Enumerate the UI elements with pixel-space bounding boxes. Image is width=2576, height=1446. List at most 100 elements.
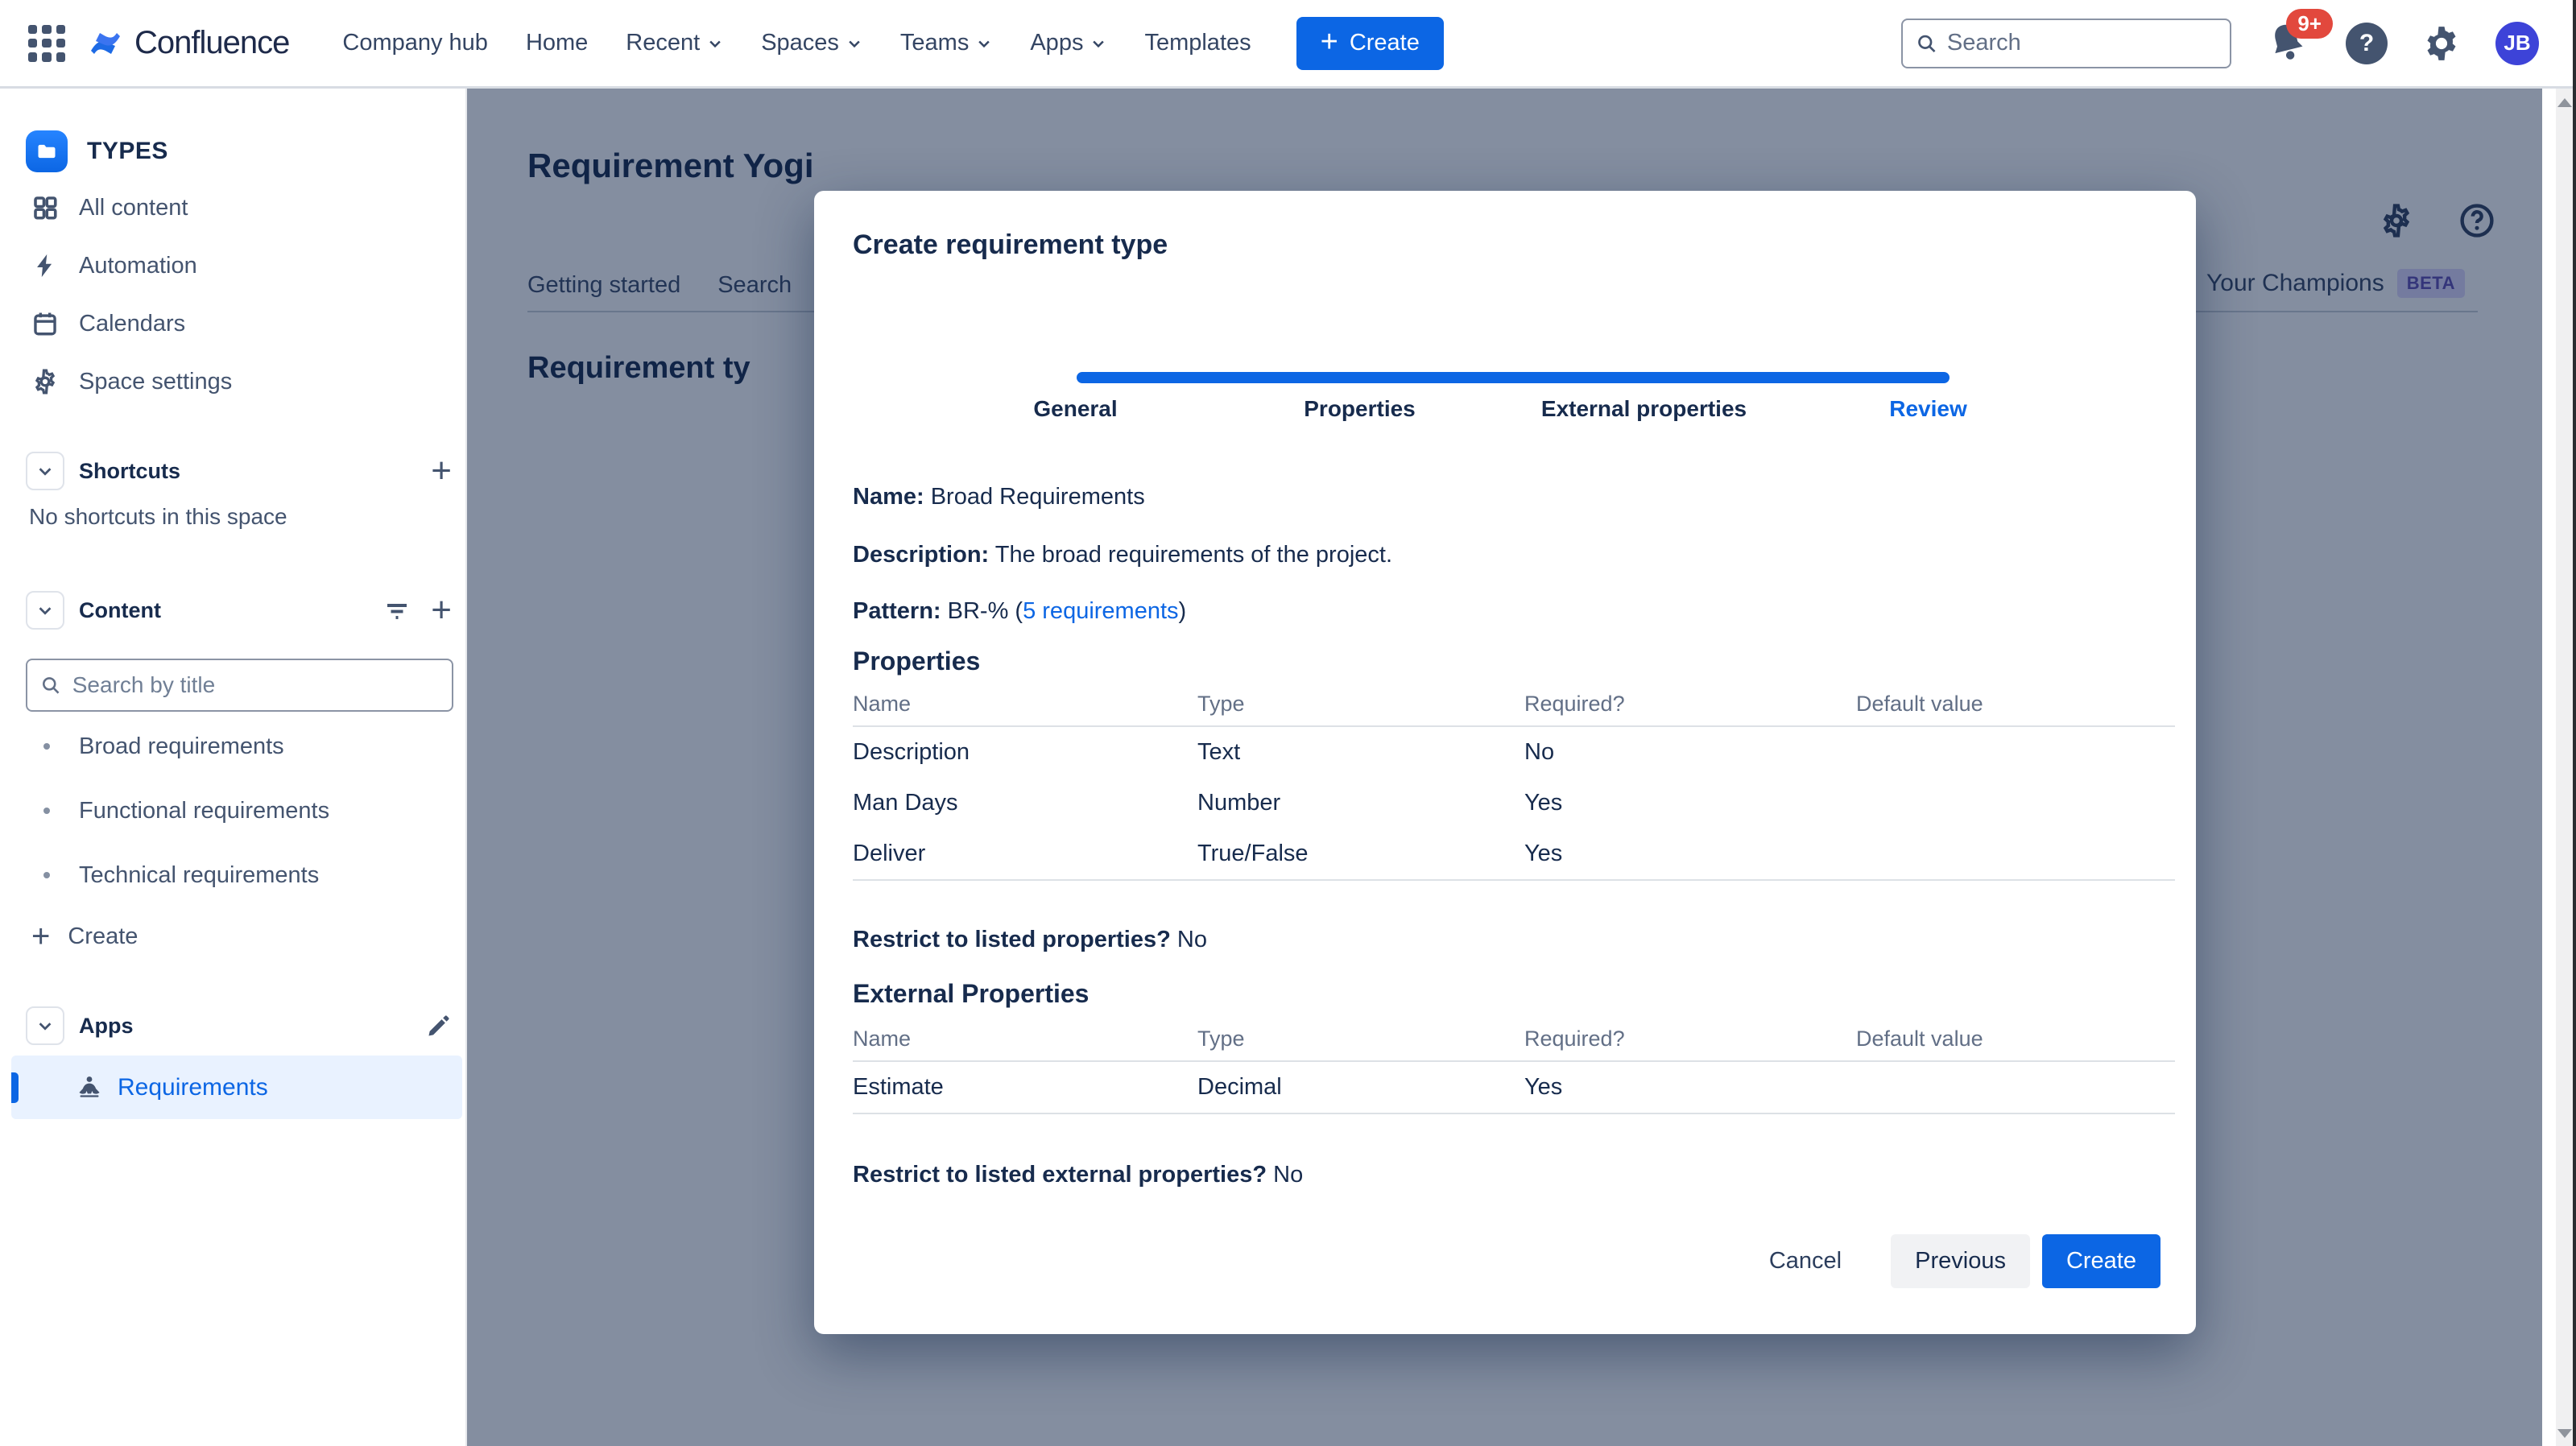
content-item-technical-requirements[interactable]: Technical requirements [26,843,452,907]
window-edge [2573,0,2576,1446]
bolt-icon [26,252,64,279]
shortcuts-title: Shortcuts [79,459,180,484]
add-shortcut-button[interactable]: + [431,453,452,489]
content-collapse-toggle[interactable] [26,591,64,630]
app-switcher-icon[interactable] [28,25,65,62]
dialog-footer: Cancel Previous Create [1745,1234,2160,1288]
restrict-properties-line: Restrict to listed properties? No [853,927,1207,953]
space-header[interactable]: TYPES [26,130,452,172]
calendar-icon [26,310,64,337]
apps-title: Apps [79,1014,134,1039]
sidebar-item-all-content[interactable]: All content [26,179,452,237]
pencil-edit-icon[interactable] [426,1013,452,1039]
chevron-down-icon [36,1017,54,1035]
notifications-button[interactable]: 9+ [2265,20,2312,67]
nav-item-apps[interactable]: Apps [1030,30,1106,56]
apps-collapse-toggle[interactable] [26,1006,64,1045]
cancel-button[interactable]: Cancel [1745,1234,1866,1288]
review-pattern-line: Pattern: BR-% (5 requirements) [853,598,1186,625]
space-avatar-folder-icon [26,130,68,172]
chevron-down-icon [36,601,54,619]
nav-item-teams[interactable]: Teams [900,30,992,56]
create-requirement-type-dialog: Create requirement type General Properti… [814,191,2196,1334]
scroll-up-arrow[interactable] [2557,98,2572,107]
search-input[interactable] [1947,30,2217,56]
external-properties-table: Name Type Required? Default value Estima… [853,1027,2175,1114]
properties-heading: Properties [853,647,980,676]
step-external-properties: External properties [1502,396,1786,422]
shortcuts-empty-message: No shortcuts in this space [29,504,452,530]
gear-icon [26,367,64,396]
global-create-button[interactable]: + Create [1296,17,1444,70]
search-icon [1916,31,1937,56]
chevron-down-icon [846,35,862,52]
chevron-down-icon [1090,35,1106,52]
previous-button[interactable]: Previous [1891,1234,2030,1288]
sidebar-item-calendars[interactable]: Calendars [26,295,452,353]
sidebar-item-automation[interactable]: Automation [26,237,452,295]
sidebar-menu: All content Automation Calendars Space s… [26,179,452,411]
scroll-down-arrow[interactable] [2557,1429,2572,1438]
wizard-progress-bar [1077,372,1950,383]
nav-item-company-hub[interactable]: Company hub [342,30,488,56]
nav-item-spaces[interactable]: Spaces [761,30,862,56]
vertical-scrollbar[interactable] [2556,89,2573,1446]
nav-menu: Company hub Home Recent Spaces Teams App… [342,30,1251,56]
selected-indicator [11,1072,19,1103]
content-item-functional-requirements[interactable]: Functional requirements [26,779,452,843]
settings-gear-icon[interactable] [2421,23,2462,64]
user-avatar[interactable]: JB [2495,22,2539,65]
restrict-external-properties-line: Restrict to listed external properties? … [853,1162,1303,1188]
nav-item-recent[interactable]: Recent [626,30,723,56]
content-tree: Broad requirements Functional requiremen… [26,714,452,907]
review-name-line: Name: Broad Requirements [853,484,1145,510]
dialog-title: Create requirement type [853,229,1168,261]
content-item-broad-requirements[interactable]: Broad requirements [26,714,452,779]
content-section-header: Content + [26,582,452,638]
chevron-down-icon [976,35,992,52]
space-name: TYPES [87,138,168,165]
sidebar-item-space-settings[interactable]: Space settings [26,353,452,411]
requirements-count-link[interactable]: 5 requirements [1023,598,1178,624]
chevron-down-icon [707,35,723,52]
plus-icon: + [31,920,50,952]
requirements-app-label: Requirements [118,1074,268,1101]
apps-section-header: Apps [26,998,452,1054]
plus-icon: + [1321,27,1338,57]
wizard-steps: General Properties External properties R… [933,396,2070,422]
table-row: Description Text No [853,727,2175,778]
shortcuts-collapse-toggle[interactable] [26,452,64,490]
sidebar-create-button[interactable]: + Create [26,907,452,965]
help-button[interactable]: ? [2346,23,2388,64]
step-properties: Properties [1218,396,1502,422]
yogi-meditation-icon [76,1074,103,1101]
properties-table: Name Type Required? Default value Descri… [853,692,2175,881]
confluence-logo[interactable]: Confluence [88,25,289,61]
content-search[interactable] [26,659,453,712]
step-review: Review [1786,396,2070,422]
content-search-input[interactable] [72,672,439,698]
add-content-button[interactable]: + [431,593,452,628]
grid-icon [26,193,64,222]
notification-badge: 9+ [2286,9,2333,39]
table-row: Estimate Decimal Yes [853,1062,2175,1113]
brand-name: Confluence [134,25,289,61]
create-button[interactable]: Create [2042,1234,2160,1288]
filter-icon[interactable] [382,596,411,625]
chevron-down-icon [36,462,54,480]
nav-item-home[interactable]: Home [526,30,588,56]
table-row: Man Days Number Yes [853,778,2175,828]
nav-item-templates[interactable]: Templates [1144,30,1251,56]
review-description-line: Description: The broad requirements of t… [853,542,1392,568]
table-row: Deliver True/False Yes [853,828,2175,879]
confluence-mark-icon [88,26,123,61]
step-general: General [933,396,1218,422]
space-sidebar: TYPES All content Automation Calendars [0,89,467,1446]
external-properties-table-header: Name Type Required? Default value [853,1027,2175,1062]
global-search[interactable] [1901,19,2231,68]
properties-table-header: Name Type Required? Default value [853,692,2175,727]
external-properties-heading: External Properties [853,979,1089,1009]
sidebar-item-requirements[interactable]: Requirements [11,1056,462,1119]
search-icon [40,674,61,696]
content-title: Content [79,598,161,623]
